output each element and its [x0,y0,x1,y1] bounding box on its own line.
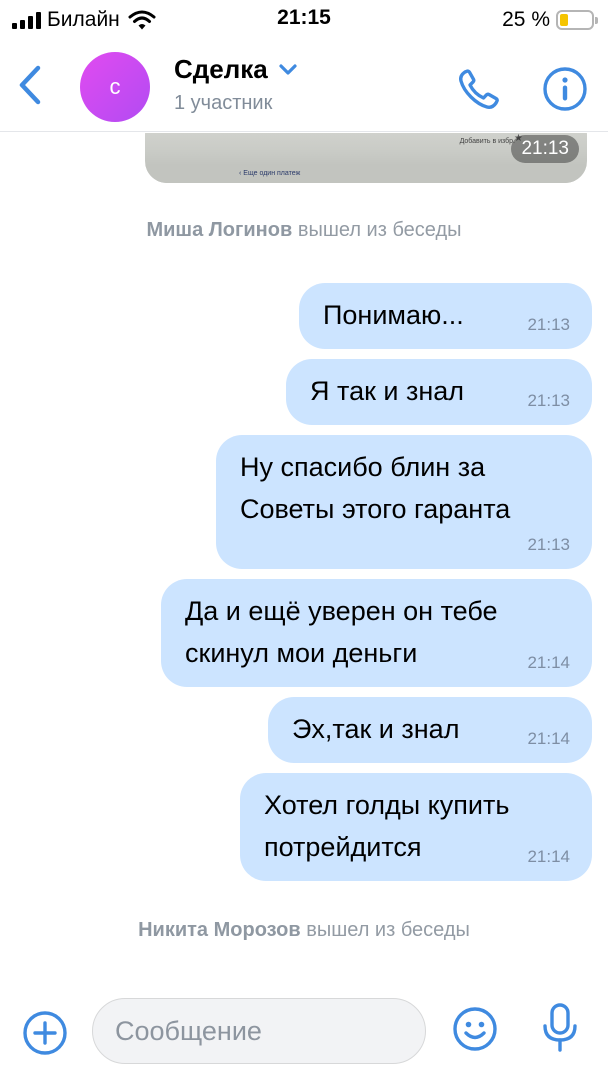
message-text-line: Советы этого гаранта [240,494,511,524]
photo-caption-left: ‹ Еще один платеж [239,170,301,177]
message-bubble[interactable]: Хотел голды купить потрейдится 21:14 [240,773,592,881]
chevron-left-icon[interactable] [12,62,52,108]
message-composer [0,990,608,1080]
message-bubble[interactable]: Да и ещё уверен он тебе скинул мои деньг… [161,579,592,687]
message-text: Эх,так и знал [292,714,460,744]
message-input[interactable] [92,998,426,1064]
message-text-line: скинул мои деньги [185,638,418,668]
info-icon[interactable] [542,66,588,112]
system-message-text: вышел из беседы [297,219,462,241]
message-time: 21:13 [527,391,570,410]
phone-icon[interactable] [456,66,502,112]
chat-subtitle: 1 участник [174,92,273,114]
message-text-line: Хотел голды купить [264,790,510,820]
chat-title-dropdown[interactable]: Сделка [174,54,298,85]
message-bubble[interactable]: Я так и знал 21:13 [286,359,592,425]
system-message: Миша Логинов вышел из беседы [0,219,608,242]
battery-level [560,14,568,26]
plus-circle-icon[interactable] [22,1010,68,1056]
chevron-down-icon [279,63,297,75]
message-text: Я так и знал [310,376,465,406]
photo-message[interactable]: ‹ Еще один платеж Добавить в избр. ★ 21:… [145,133,587,183]
message-time: 21:14 [527,653,570,672]
chat-title: Сделка [174,54,268,84]
message-bubble[interactable]: Эх,так и знал 21:14 [268,697,592,763]
status-right: 25 % [502,6,598,34]
system-message-text: вышел из беседы [306,919,470,941]
message-text: Понимаю... [323,300,464,330]
photo-timestamp: 21:13 [511,135,579,163]
message-time: 21:13 [527,315,570,334]
message-text-line: потрейдится [264,832,422,862]
message-text-line: Ну спасибо блин за [240,452,486,482]
message-bubble[interactable]: Понимаю... 21:13 [299,283,592,349]
message-time: 21:14 [527,847,570,866]
message-text-line: Да и ещё уверен он тебе [185,596,498,626]
chat-header: с Сделка 1 участник [0,40,608,132]
microphone-icon[interactable] [540,1002,580,1054]
message-time: 21:14 [527,729,570,748]
photo-caption-right: Добавить в избр. [459,138,515,145]
message-bubble[interactable]: Ну спасибо блин за Советы этого гаранта … [216,435,592,569]
smile-icon[interactable] [452,1006,498,1052]
battery-icon [556,10,598,30]
battery-percent: 25 % [502,8,550,31]
system-message-name[interactable]: Миша Логинов [146,219,292,241]
system-message: Никита Морозов вышел из беседы [0,919,608,942]
message-list[interactable]: ‹ Еще один платеж Добавить в избр. ★ 21:… [0,133,608,990]
chat-avatar[interactable]: с [80,52,150,122]
system-message-name[interactable]: Никита Морозов [138,919,301,941]
status-bar: Билайн 21:15 25 % [0,0,608,40]
message-time: 21:13 [527,535,570,554]
